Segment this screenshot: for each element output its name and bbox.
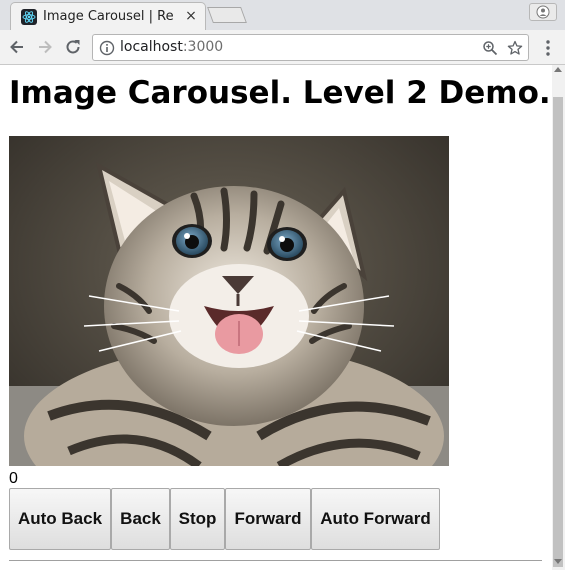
page-title: Image Carousel. Level 2 Demo. (9, 75, 551, 111)
url-port: :3000 (182, 39, 224, 55)
address-bar[interactable]: localhost:3000 (92, 34, 529, 61)
back-arrow-icon[interactable] (7, 37, 27, 57)
forward-button[interactable]: Forward (225, 488, 311, 550)
profile-button[interactable] (529, 3, 557, 21)
back-button[interactable]: Back (111, 488, 170, 550)
user-icon (536, 5, 550, 19)
tab-close-icon[interactable]: × (183, 8, 199, 24)
react-logo-icon (21, 9, 37, 25)
reload-icon[interactable] (63, 37, 83, 57)
page-viewport: Image Carousel. Level 2 Demo. 0 Auto Bac… (0, 65, 552, 570)
zoom-icon[interactable] (482, 40, 498, 56)
info-icon[interactable] (99, 40, 115, 56)
carousel-image (9, 136, 449, 466)
url-host: localhost (120, 39, 183, 55)
auto-back-button[interactable]: Auto Back (9, 488, 111, 550)
bookmark-star-icon[interactable] (507, 40, 523, 56)
auto-forward-button[interactable]: Auto Forward (311, 488, 440, 550)
stop-button[interactable]: Stop (170, 488, 225, 550)
horizontal-rule (9, 560, 542, 561)
new-tab-button[interactable] (207, 7, 247, 23)
page-scrollbar[interactable] (552, 65, 565, 570)
menu-kebab-icon[interactable] (539, 38, 557, 58)
carousel-index: 0 (9, 470, 18, 487)
browser-tabstrip: Image Carousel | Re × (0, 0, 565, 30)
tab-title: Image Carousel | Re (43, 9, 174, 24)
scroll-up-arrow-icon[interactable] (554, 67, 562, 72)
scrollbar-thumb[interactable] (553, 97, 563, 567)
browser-tab[interactable]: Image Carousel | Re × (10, 2, 206, 30)
scroll-down-arrow-icon[interactable] (554, 559, 562, 564)
url-text[interactable]: localhost:3000 (120, 39, 223, 56)
forward-arrow-icon[interactable] (35, 37, 55, 57)
browser-toolbar: localhost:3000 (0, 30, 565, 65)
